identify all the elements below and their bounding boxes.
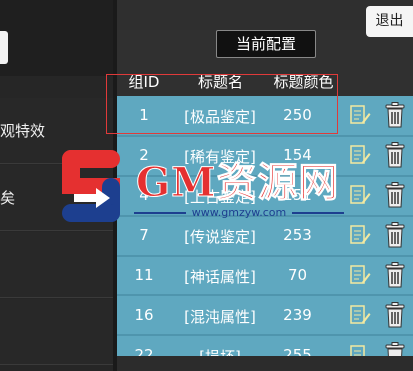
- cell-title-color: 70: [287, 266, 308, 284]
- edit-icon[interactable]: [349, 304, 371, 326]
- cell-title-name: [传说鉴定]: [184, 228, 256, 246]
- row-separator: [117, 135, 413, 137]
- cell-group-id: 7: [139, 226, 149, 244]
- trash-icon[interactable]: [384, 102, 406, 128]
- edit-icon[interactable]: [349, 264, 371, 286]
- cell-group-id: 16: [134, 306, 154, 324]
- trash-icon[interactable]: [384, 302, 406, 328]
- row-separator: [117, 334, 413, 336]
- highlight-annotation-box: [106, 74, 338, 134]
- exit-button[interactable]: 退出: [366, 6, 413, 37]
- watermark-brand-text: GM资源网: [135, 159, 340, 207]
- row-separator: [117, 255, 413, 257]
- left-menu-item[interactable]: [0, 299, 113, 365]
- cell-group-id: 11: [134, 266, 154, 284]
- cell-title-name: [混沌属性]: [184, 308, 256, 326]
- cell-title-color: 239: [283, 306, 312, 324]
- trash-icon[interactable]: [384, 182, 406, 208]
- watermark-url-text: www.gmzyw.com: [191, 206, 287, 219]
- edit-icon[interactable]: [349, 224, 371, 246]
- left-topbar: [0, 0, 113, 76]
- left-search-input[interactable]: [0, 31, 8, 64]
- cell-title-color: 253: [283, 226, 312, 244]
- current-config-button[interactable]: 当前配置: [216, 30, 316, 58]
- trash-icon[interactable]: [384, 262, 406, 288]
- bottom-bar: [117, 356, 413, 371]
- row-separator: [117, 294, 413, 296]
- edit-icon[interactable]: [349, 104, 371, 126]
- trash-icon[interactable]: [384, 222, 406, 248]
- trash-icon[interactable]: [384, 142, 406, 168]
- edit-icon[interactable]: [349, 144, 371, 166]
- edit-icon[interactable]: [349, 184, 371, 206]
- left-menu-item-label: 观特效: [0, 122, 46, 140]
- cell-title-name: [神话属性]: [184, 268, 256, 286]
- left-menu-item-label: 矣: [0, 189, 16, 207]
- left-menu-item[interactable]: [0, 232, 113, 298]
- watermark-logo-icon: [62, 150, 120, 222]
